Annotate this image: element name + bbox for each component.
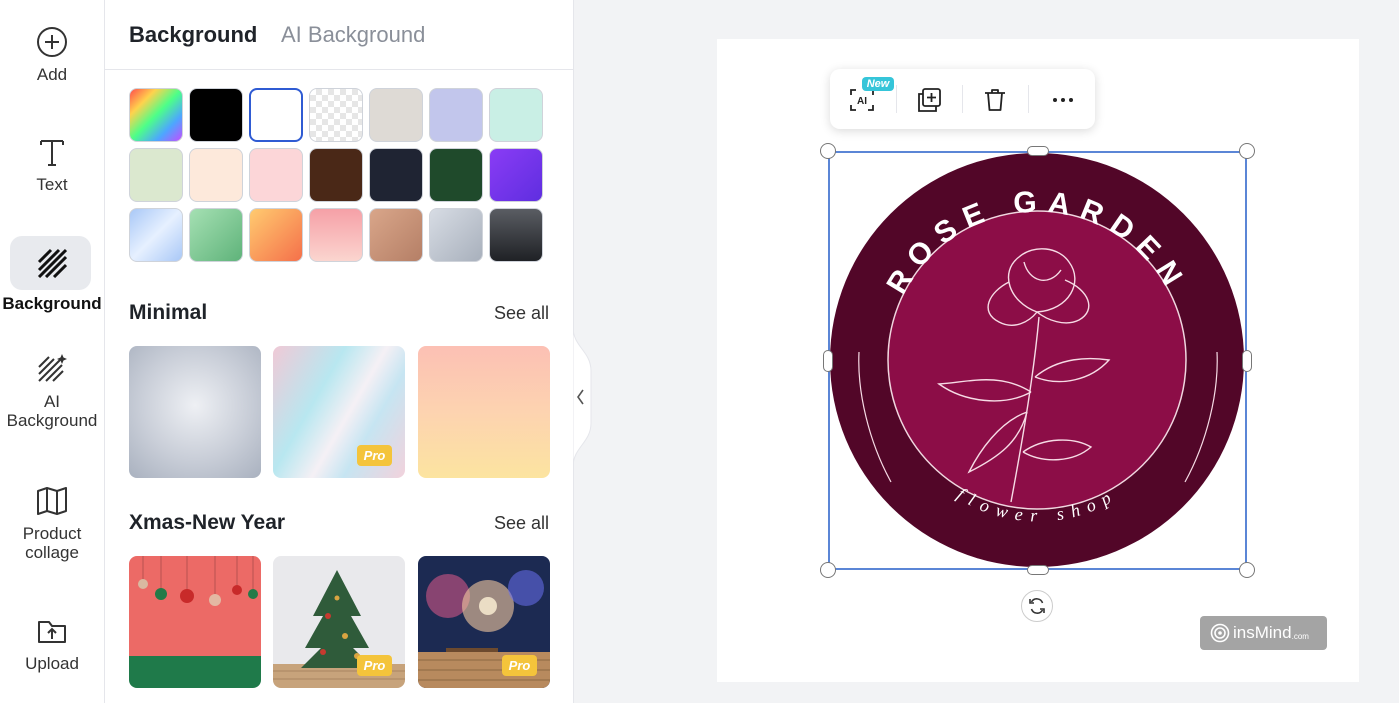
- rail-add[interactable]: Add: [0, 25, 104, 85]
- swatch-transparent[interactable]: [309, 88, 363, 142]
- rail-collage-label-line1: Product: [22, 524, 82, 543]
- more-icon: [1053, 98, 1073, 102]
- resize-handle-bottom[interactable]: [1027, 565, 1049, 575]
- swatch-warm-gray[interactable]: [369, 88, 423, 142]
- rail-add-label: Add: [36, 65, 68, 84]
- thumb-xmas-fireworks[interactable]: Pro: [418, 556, 550, 688]
- swatch-green-gradient[interactable]: [189, 208, 243, 262]
- swatch-navy[interactable]: [369, 148, 423, 202]
- trash-icon: [985, 89, 1005, 111]
- hatch-background-icon: [35, 246, 69, 280]
- insmind-watermark: insMind .com: [1200, 616, 1327, 650]
- swatch-pink[interactable]: [249, 148, 303, 202]
- swatch-forest[interactable]: [429, 148, 483, 202]
- swatch-mint[interactable]: [489, 88, 543, 142]
- tab-background[interactable]: Background: [129, 22, 257, 48]
- see-all-xmas[interactable]: See all: [494, 513, 549, 534]
- rail-upload-label: Upload: [25, 654, 79, 673]
- swatch-tan-gradient[interactable]: [369, 208, 423, 262]
- swatch-pale-green[interactable]: [129, 148, 183, 202]
- collage-map-icon: [35, 484, 69, 518]
- swatch-rose-gradient[interactable]: [309, 208, 363, 262]
- more-button[interactable]: [1046, 83, 1080, 117]
- section-title-xmas: Xmas-New Year: [129, 511, 286, 534]
- toolbar-separator: [896, 85, 897, 113]
- ornaments-illustration: [129, 556, 261, 688]
- rail-ai-background[interactable]: AI Background: [0, 352, 104, 430]
- swatch-silver-gradient[interactable]: [429, 208, 483, 262]
- swatch-black[interactable]: [189, 88, 243, 142]
- rotate-icon: [1029, 598, 1045, 614]
- rail-ai-background-label: AI Background: [7, 392, 98, 430]
- thumb-minimal-gray[interactable]: [129, 346, 261, 478]
- rail-collage-label-line2: collage: [25, 543, 79, 562]
- pro-badge: Pro: [357, 655, 392, 676]
- watermark-brand: insMind: [1233, 623, 1292, 642]
- pro-badge: Pro: [357, 445, 392, 466]
- rail-ai-label-line2: Background: [6, 411, 98, 430]
- rail-text-label: Text: [36, 175, 68, 194]
- upload-icon: [35, 614, 69, 648]
- rotate-handle[interactable]: [1021, 590, 1053, 622]
- swatch-charcoal-gradient[interactable]: [489, 208, 543, 262]
- toolbar-separator: [962, 85, 963, 113]
- swatch-periwinkle[interactable]: [429, 88, 483, 142]
- swatch-rainbow[interactable]: [129, 88, 183, 142]
- toolbar-separator: [1028, 85, 1029, 113]
- resize-handle-left[interactable]: [823, 350, 833, 372]
- section-title-minimal: Minimal: [129, 301, 208, 324]
- rail-product-collage-label: Product collage: [23, 524, 82, 562]
- rail-background-label: Background: [2, 294, 102, 313]
- pro-badge: Pro: [502, 655, 537, 676]
- resize-handle-right[interactable]: [1242, 350, 1252, 372]
- text-t-icon: [35, 135, 69, 169]
- new-badge: New: [862, 77, 894, 91]
- resize-handle-top-left[interactable]: [820, 143, 836, 159]
- resize-handle-top[interactable]: [1027, 146, 1049, 156]
- thumb-minimal-iridescent[interactable]: Pro: [273, 346, 405, 478]
- resize-handle-top-right[interactable]: [1239, 143, 1255, 159]
- thumb-xmas-ornaments[interactable]: [129, 556, 261, 688]
- ai-background-icon: [35, 352, 69, 386]
- rail-background[interactable]: Background: [0, 236, 104, 314]
- panel-tabs: Background AI Background: [105, 0, 573, 70]
- thumb-minimal-peach[interactable]: [418, 346, 550, 478]
- duplicate-icon: [918, 88, 941, 112]
- swatch-violet[interactable]: [489, 148, 543, 202]
- left-rail: Add Text Background AI Background Produc…: [0, 0, 105, 703]
- plus-circle-icon: [35, 25, 69, 59]
- swatch-sky-gradient[interactable]: [129, 208, 183, 262]
- insmind-logo-icon: [1210, 623, 1230, 643]
- collapse-panel-tab[interactable]: [572, 326, 593, 468]
- swatch-brown[interactable]: [309, 148, 363, 202]
- duplicate-button[interactable]: [912, 83, 946, 117]
- resize-handle-bottom-left[interactable]: [820, 562, 836, 578]
- resize-handle-bottom-right[interactable]: [1239, 562, 1255, 578]
- floating-toolbar: AI New: [830, 69, 1095, 129]
- swatch-orange-gradient[interactable]: [249, 208, 303, 262]
- tab-ai-background[interactable]: AI Background: [281, 22, 425, 48]
- watermark-suffix: .com: [1291, 631, 1309, 641]
- background-panel: Background AI Background Minimal See all…: [105, 0, 574, 703]
- swatch-peach[interactable]: [189, 148, 243, 202]
- svg-text:AI: AI: [857, 96, 867, 107]
- rail-product-collage[interactable]: Product collage: [0, 484, 104, 562]
- thumb-xmas-tree[interactable]: Pro: [273, 556, 405, 688]
- rail-text[interactable]: Text: [0, 135, 104, 195]
- selection-box: [828, 151, 1247, 570]
- swatch-white[interactable]: [249, 88, 303, 142]
- delete-button[interactable]: [978, 83, 1012, 117]
- see-all-minimal[interactable]: See all: [494, 303, 549, 324]
- rail-upload[interactable]: Upload: [0, 614, 104, 674]
- rail-ai-label-line1: AI: [43, 392, 61, 411]
